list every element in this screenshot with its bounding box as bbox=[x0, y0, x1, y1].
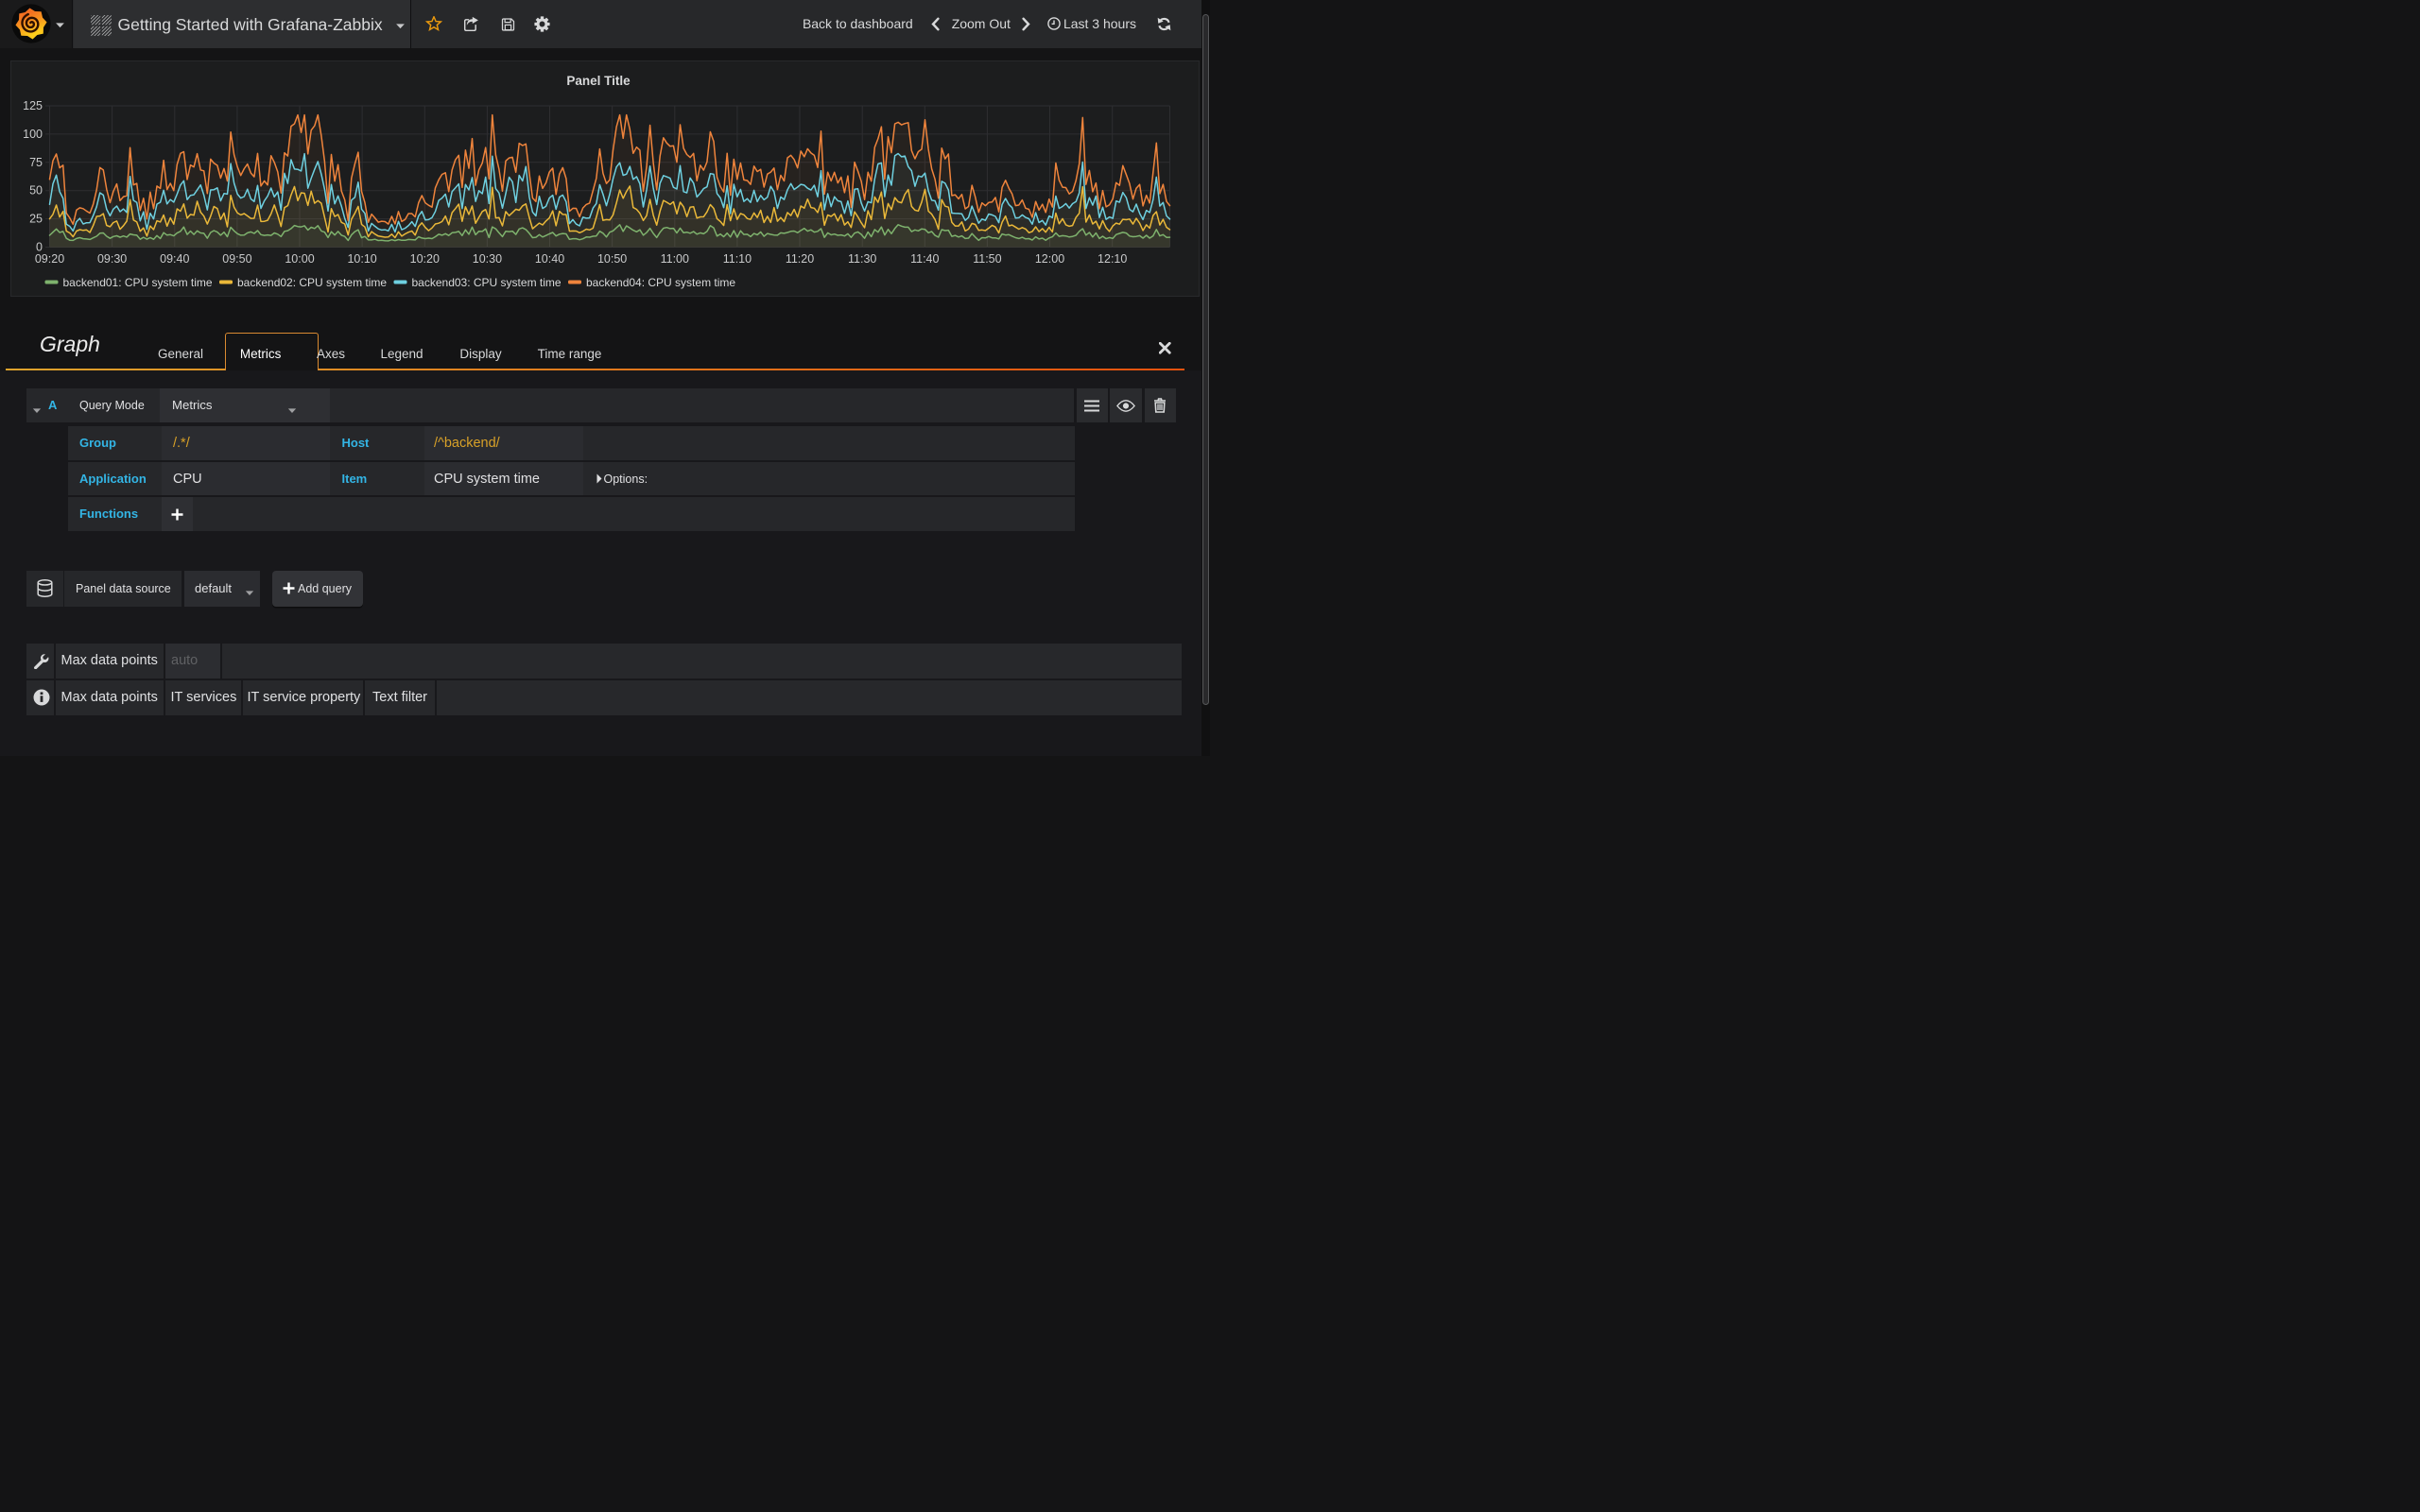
svg-text:100: 100 bbox=[23, 127, 43, 140]
svg-text:backend04: CPU system time: backend04: CPU system time bbox=[586, 276, 735, 289]
svg-text:75: 75 bbox=[29, 155, 43, 168]
svg-text:12:00: 12:00 bbox=[1035, 252, 1064, 266]
svg-text:11:20: 11:20 bbox=[786, 252, 814, 266]
svg-text:11:50: 11:50 bbox=[973, 252, 1001, 266]
svg-text:backend01: CPU system time: backend01: CPU system time bbox=[63, 276, 213, 289]
svg-text:125: 125 bbox=[23, 99, 43, 112]
svg-text:50: 50 bbox=[29, 183, 43, 197]
svg-text:25: 25 bbox=[29, 212, 43, 225]
svg-text:10:30: 10:30 bbox=[473, 252, 502, 266]
svg-text:10:00: 10:00 bbox=[285, 252, 314, 266]
svg-text:10:50: 10:50 bbox=[597, 252, 627, 266]
svg-text:09:20: 09:20 bbox=[35, 252, 64, 266]
svg-text:11:10: 11:10 bbox=[723, 252, 752, 266]
svg-text:09:30: 09:30 bbox=[97, 252, 127, 266]
svg-text:11:30: 11:30 bbox=[848, 252, 876, 266]
svg-text:09:50: 09:50 bbox=[222, 252, 251, 266]
svg-text:10:20: 10:20 bbox=[410, 252, 440, 266]
svg-text:backend02: CPU system time: backend02: CPU system time bbox=[237, 276, 387, 289]
svg-text:11:00: 11:00 bbox=[661, 252, 689, 266]
svg-text:10:40: 10:40 bbox=[535, 252, 564, 266]
svg-text:11:40: 11:40 bbox=[910, 252, 939, 266]
svg-text:09:40: 09:40 bbox=[160, 252, 189, 266]
svg-text:12:10: 12:10 bbox=[1098, 252, 1127, 266]
svg-text:10:10: 10:10 bbox=[347, 252, 376, 266]
svg-text:backend03: CPU system time: backend03: CPU system time bbox=[412, 276, 562, 289]
